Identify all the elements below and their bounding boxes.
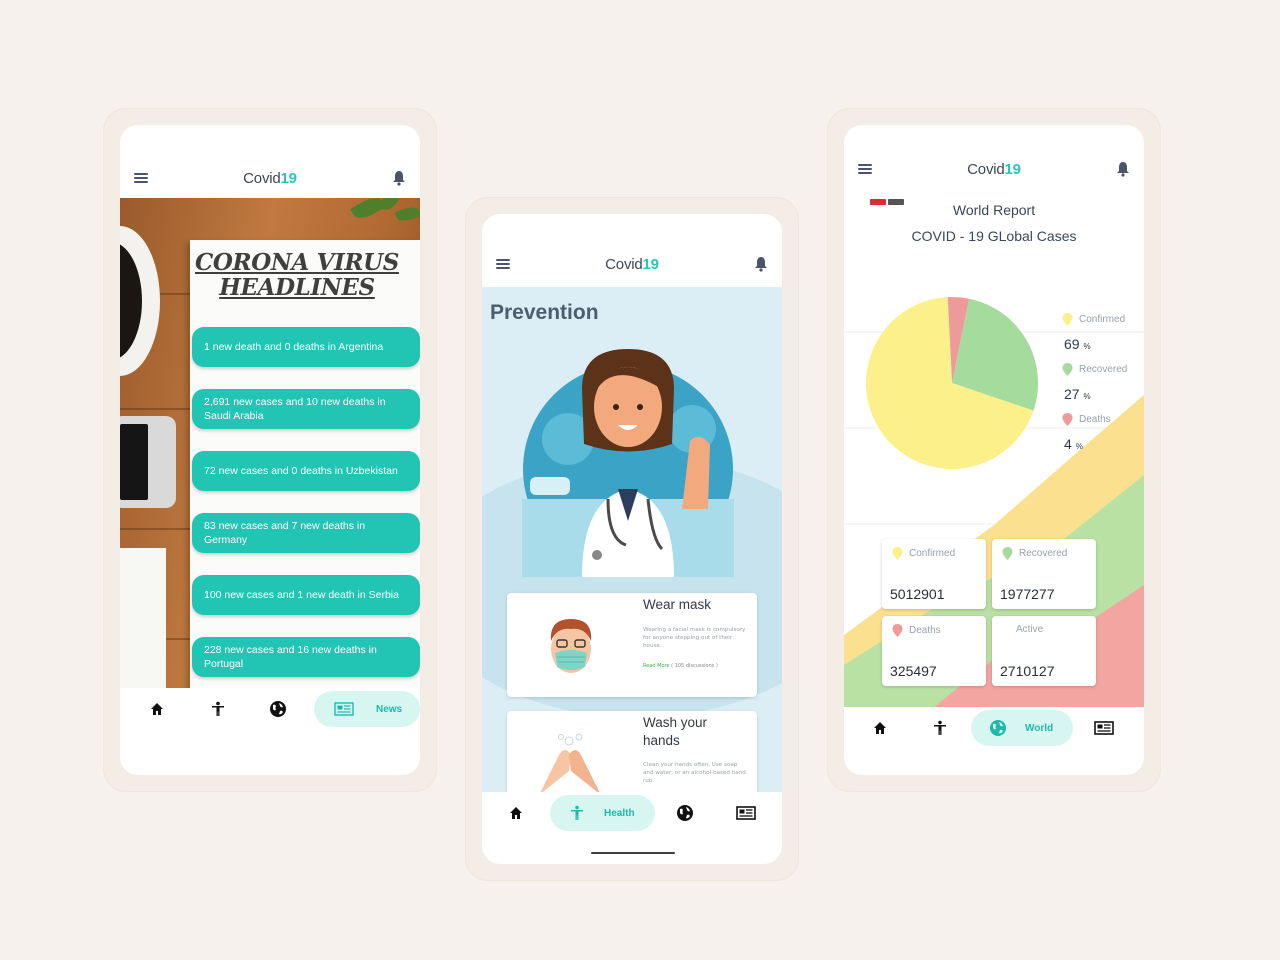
bottom-nav: News <box>120 690 420 728</box>
smartphone-illustration <box>120 416 176 508</box>
stat-value: 1977277 <box>1000 586 1055 602</box>
legend-deaths: Deaths <box>1062 413 1111 426</box>
nav-health[interactable] <box>916 720 964 736</box>
global-cases-pie-chart <box>866 297 1038 469</box>
stat-card-deaths[interactable]: Deaths 325497 <box>882 616 986 686</box>
world-report-subtitle: COVID - 19 GLobal Cases <box>911 228 1077 244</box>
bottom-nav: Health <box>482 792 782 834</box>
globe-icon <box>990 720 1006 736</box>
newspaper-icon <box>1094 721 1114 735</box>
map-pin-icon <box>892 547 903 560</box>
tip-description: Wearing a facial mask is compulsory for … <box>643 627 746 649</box>
newspaper-icon <box>735 806 756 820</box>
nav-world[interactable] <box>655 804 715 822</box>
tip-card-wear-mask[interactable]: Wear mask Wearing a facial mask is compu… <box>507 593 757 697</box>
home-icon <box>874 722 886 734</box>
nav-home[interactable] <box>120 702 194 716</box>
home-icon <box>151 703 163 715</box>
person-icon <box>571 805 583 820</box>
nav-world-active[interactable]: World <box>971 710 1074 746</box>
bottom-nav: World <box>844 709 1144 747</box>
nav-world-label: World <box>1025 722 1054 734</box>
world-screen: Covid19 World Report COVID - 19 GLobal C… <box>844 125 1144 775</box>
nav-health-label: Health <box>604 807 635 819</box>
tip-title: Wear mask <box>643 597 712 612</box>
home-icon <box>510 807 522 819</box>
top-app-bar: Covid19 <box>120 158 420 198</box>
nav-home[interactable] <box>482 806 550 820</box>
world-report-title: World Report <box>952 202 1036 218</box>
news-item[interactable]: 83 new cases and 7 new deaths in Germany <box>192 513 420 553</box>
person-icon <box>934 720 946 735</box>
tip-title: Wash your hands <box>643 715 708 748</box>
stat-value: 325497 <box>890 663 937 679</box>
page-title: Prevention <box>490 301 599 324</box>
globe-icon <box>676 805 693 821</box>
globe-icon <box>270 701 286 717</box>
news-item[interactable]: 100 new cases and 1 new death in Serbia <box>192 575 420 615</box>
newspaper-icon <box>334 702 354 716</box>
top-app-bar: Covid19 <box>482 244 782 284</box>
news-item[interactable]: 228 new cases and 16 new deaths in Portu… <box>192 637 420 677</box>
news-item[interactable]: 72 new cases and 0 deaths in Uzbekistan <box>192 451 420 491</box>
legend-confirmed: Confirmed <box>1062 313 1125 326</box>
bell-icon[interactable] <box>1116 161 1130 177</box>
top-app-bar: Covid19 <box>844 149 1144 189</box>
notepad-illustration <box>120 548 166 688</box>
nav-news[interactable] <box>715 806 777 820</box>
nav-news[interactable] <box>1073 721 1135 735</box>
stat-card-recovered[interactable]: Recovered 1977277 <box>992 539 1096 609</box>
nav-health[interactable] <box>194 701 242 717</box>
prevention-content: Prevention Wear mask Wearing a facial ma… <box>482 287 782 792</box>
app-brand: Covid19 <box>967 160 1021 178</box>
bell-icon[interactable] <box>392 170 406 186</box>
map-pin-icon <box>1062 363 1073 376</box>
nav-world[interactable] <box>242 700 314 718</box>
doctor-illustration <box>522 349 734 577</box>
menu-icon[interactable] <box>496 259 510 269</box>
legend-recovered-percent: 27 % <box>1064 386 1091 402</box>
read-more-link[interactable]: Read More ( 105 discussions ) <box>643 663 718 669</box>
map-pin-icon <box>1062 413 1073 426</box>
map-pin-icon <box>892 624 903 637</box>
stat-value: 2710127 <box>1000 663 1055 679</box>
headlines-title: CORONA VIRUS HEADLINES <box>195 249 399 301</box>
legend-confirmed-percent: 69 % <box>1064 336 1091 352</box>
stat-card-active[interactable]: Active 2710127 <box>992 616 1096 686</box>
bell-icon[interactable] <box>754 256 768 272</box>
person-icon <box>212 701 224 716</box>
nav-news-active[interactable]: News <box>314 691 420 727</box>
app-brand: Covid19 <box>243 169 297 187</box>
nav-health-active[interactable]: Health <box>550 795 655 831</box>
stat-card-confirmed[interactable]: Confirmed 5012901 <box>882 539 986 609</box>
washing-hands-illustration <box>540 733 600 792</box>
home-indicator[interactable] <box>591 852 675 854</box>
prevention-screen: Covid19 Prevention Wear mask Wearing a f… <box>482 214 782 864</box>
tip-description: Clean your hands often. Use soap and wat… <box>643 762 746 784</box>
menu-icon[interactable] <box>858 164 872 174</box>
masked-face-illustration <box>550 619 592 673</box>
nav-news-label: News <box>376 703 403 715</box>
nav-home[interactable] <box>844 721 916 735</box>
news-item[interactable]: 2,691 new cases and 10 new deaths in Sau… <box>192 389 420 429</box>
legend-deaths-percent: 4 % <box>1064 436 1083 452</box>
map-pin-icon <box>1002 547 1013 560</box>
app-brand: Covid19 <box>605 255 659 273</box>
news-item[interactable]: 1 new death and 0 deaths in Argentina <box>192 327 420 367</box>
stat-value: 5012901 <box>890 586 945 602</box>
legend-recovered: Recovered <box>1062 363 1127 376</box>
map-pin-icon <box>1062 313 1073 326</box>
news-screen: Covid19 CORONA VIRUS HEADLINES 1 new dea… <box>120 125 420 775</box>
menu-icon[interactable] <box>134 173 148 183</box>
tip-card-wash-hands[interactable]: Wash your hands Clean your hands often. … <box>507 711 757 792</box>
